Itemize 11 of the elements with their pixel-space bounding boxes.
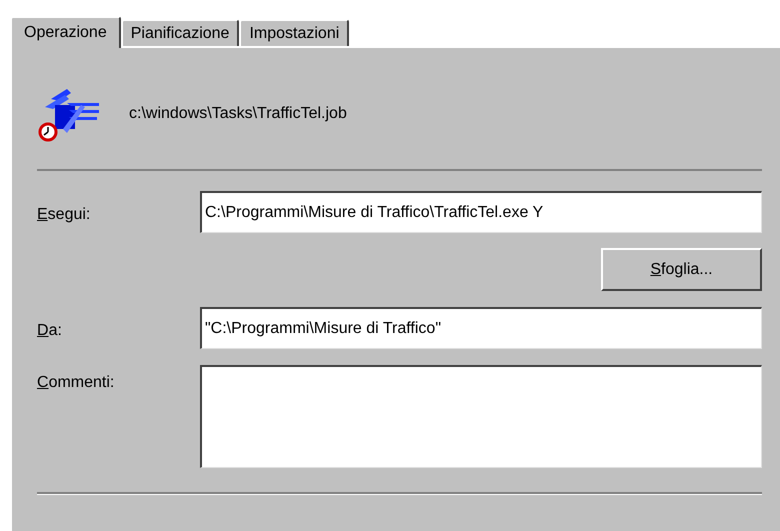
field-label: Da: bbox=[37, 322, 62, 339]
field-label: Commenti: bbox=[37, 374, 114, 391]
text-field[interactable]: "C:\Programmi\Misure di Traffico" bbox=[200, 307, 762, 349]
comments-field[interactable] bbox=[200, 365, 762, 468]
tab[interactable]: Pianificazione bbox=[120, 19, 240, 46]
browse-button[interactable]: Sfoglia... bbox=[601, 248, 762, 291]
tab[interactable]: Operazione bbox=[10, 16, 121, 48]
field-label: Esegui: bbox=[37, 206, 90, 223]
task-path: c:\windows\Tasks\TrafficTel.job bbox=[129, 104, 347, 124]
text-field[interactable]: C:\Programmi\Misure di Traffico\TrafficTel.exe Y bbox=[200, 191, 762, 233]
tab[interactable]: Impostazioni bbox=[239, 19, 350, 46]
